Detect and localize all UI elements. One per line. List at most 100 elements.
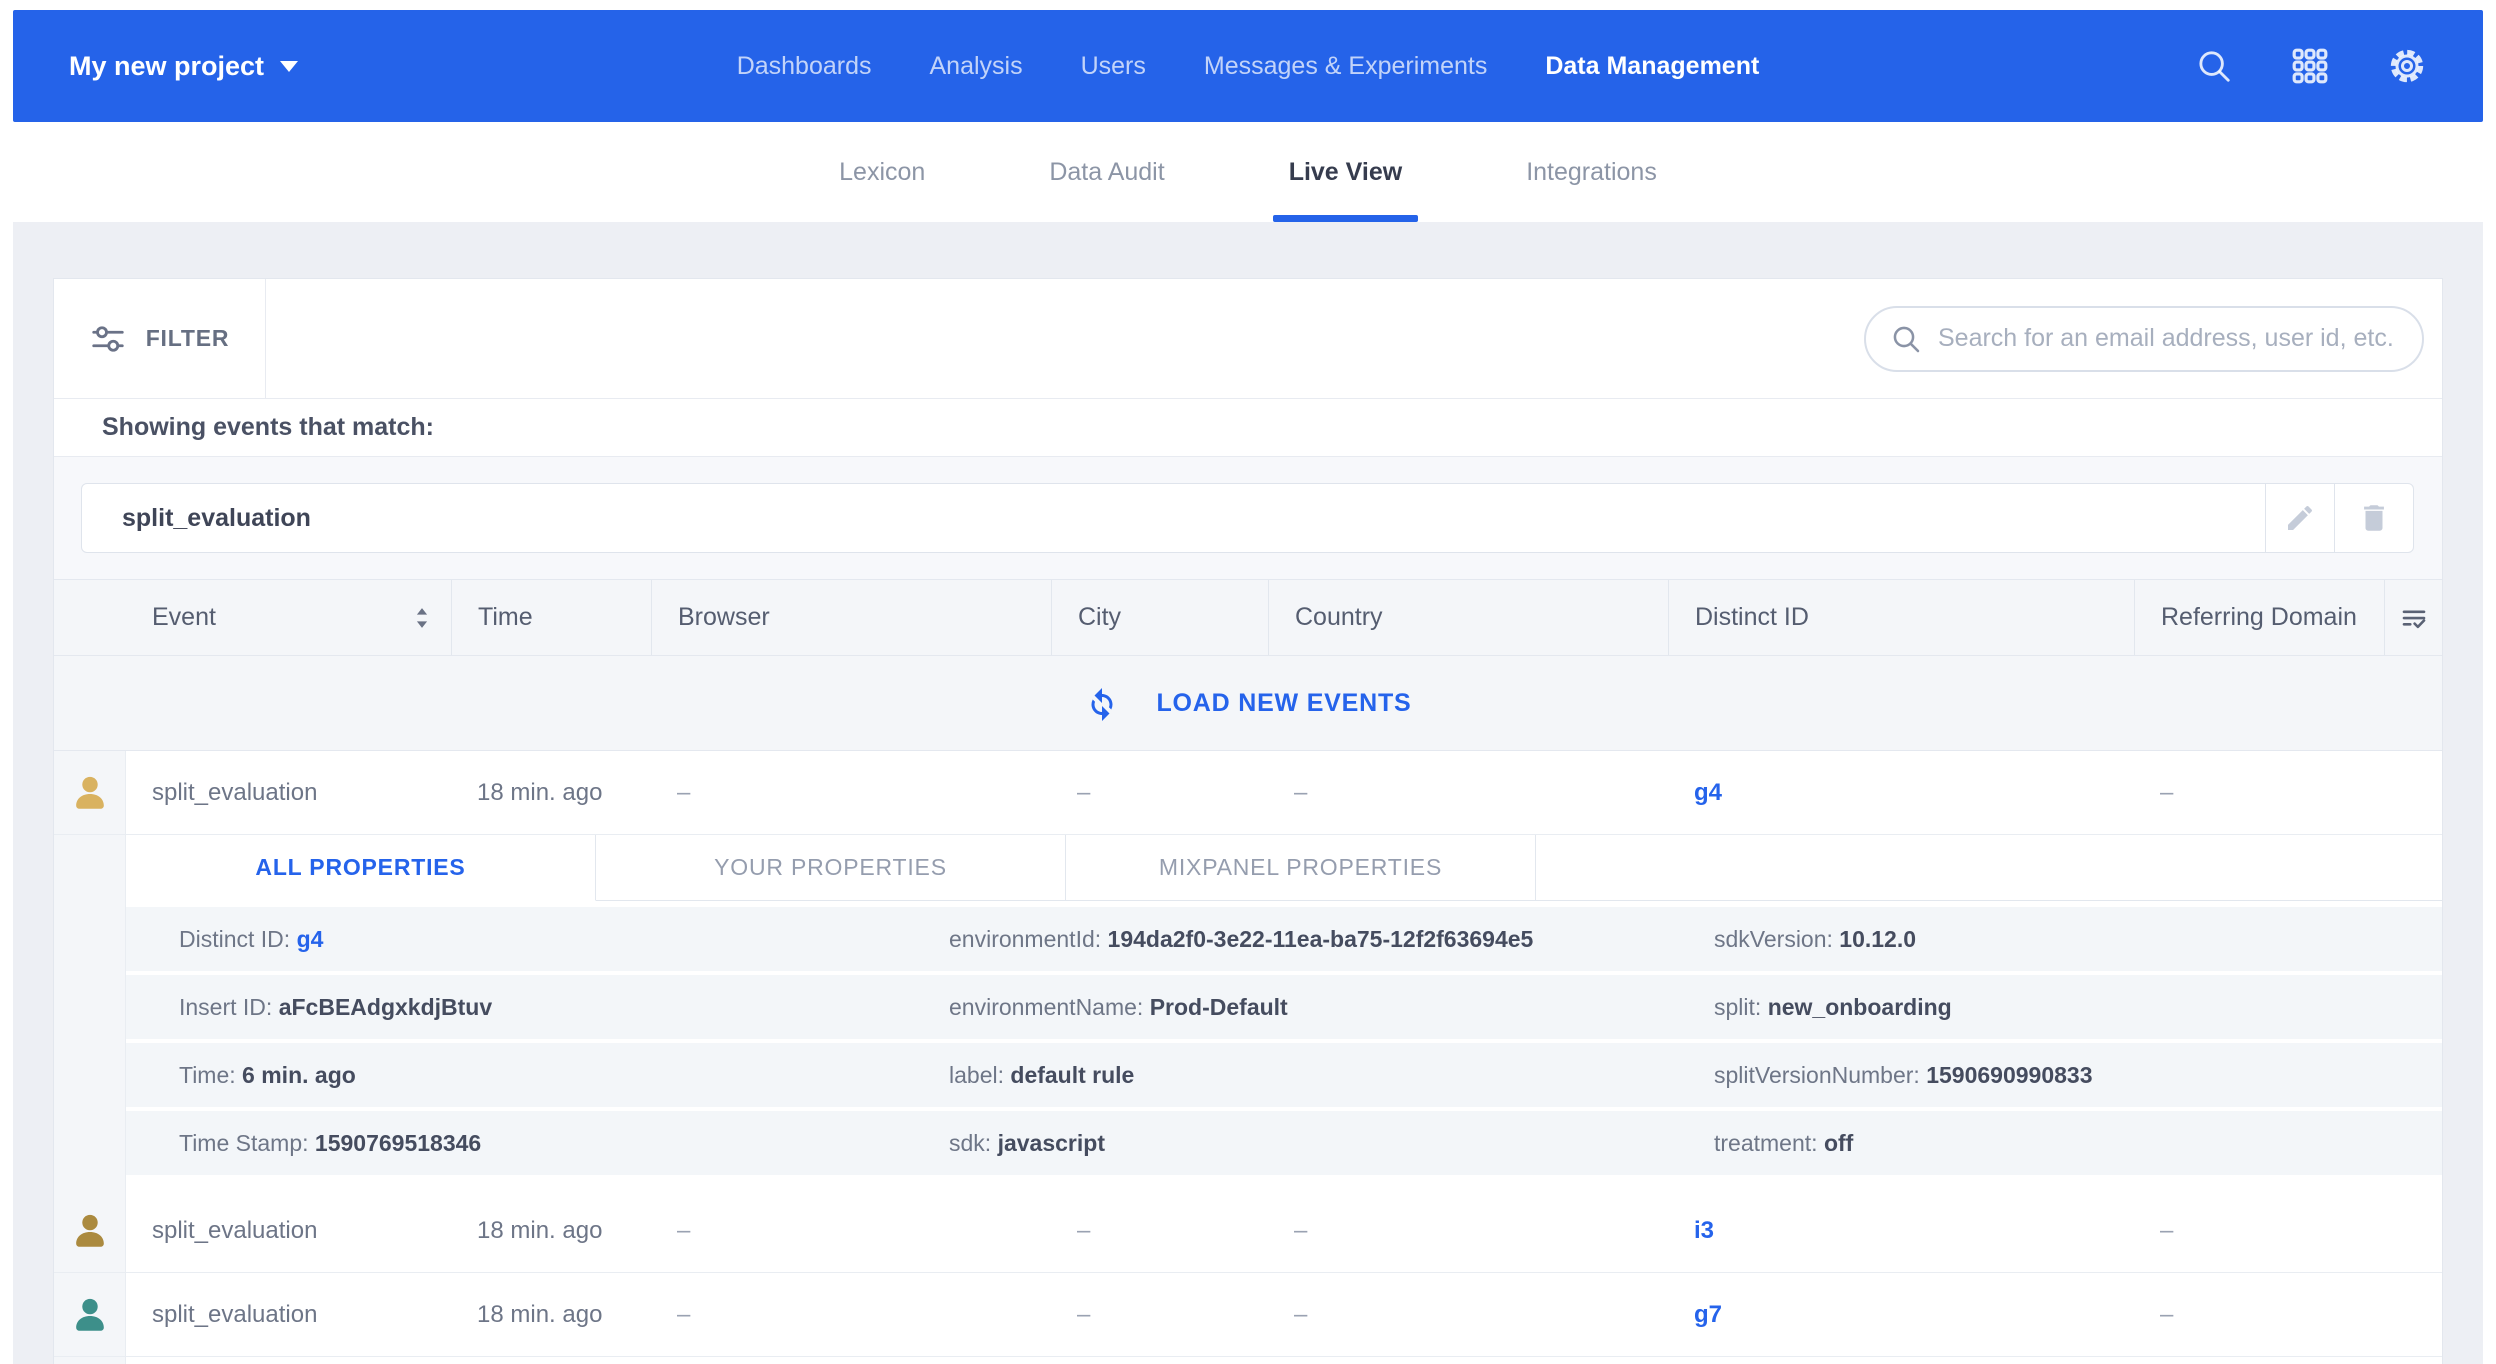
property-label: Time [179,1062,242,1088]
property: environmentId194da2f0-3e22-11ea-ba75-12f… [949,926,1714,953]
showing-events-row: Showing events that match: [54,399,2442,457]
tab-integrations-label: Integrations [1526,158,1657,187]
header-city-label: City [1078,603,1121,632]
table-row[interactable]: split_evaluation 18 min. ago – – – g7 – [54,1273,2442,1357]
cell-time: 18 min. ago [451,1189,651,1272]
property-value: 10.12.0 [1839,926,1916,952]
search-icon [1890,323,1922,355]
chevron-down-icon [280,61,298,72]
event-filter-chip[interactable]: split_evaluation [81,483,2266,553]
table-row-partial [54,1357,2442,1364]
header-time-label: Time [478,603,533,632]
live-view-card: FILTER Showing events that match: split_… [53,278,2443,1364]
nav-messages-experiments[interactable]: Messages & Experiments [1204,52,1487,81]
property-row: Distinct IDg4 environmentId194da2f0-3e22… [126,907,2442,971]
refresh-icon [1084,685,1120,721]
table-header: Event Time Browser City Country Distinct… [54,580,2442,656]
tab-lexicon-label: Lexicon [839,158,925,187]
header-referring-domain[interactable]: Referring Domain [2134,580,2384,655]
cell-country: – [1268,1189,1668,1272]
search-box [1864,306,2424,372]
filter-button[interactable]: FILTER [54,279,266,398]
property-value: 1590769518346 [315,1130,481,1156]
properties-tabs-filler [1536,835,2442,901]
property: Time Stamp1590769518346 [179,1130,949,1157]
sort-icon[interactable] [415,607,429,629]
cell-country: – [1268,751,1668,834]
property: Insert IDaFcBEAdgxkdjBtuv [179,994,949,1021]
cell-distinct-id[interactable]: g7 [1668,1273,2134,1356]
property: treatmentoff [1714,1130,2442,1157]
property: environmentNameProd-Default [949,994,1714,1021]
tab-all-properties-label: ALL PROPERTIES [255,854,465,881]
content-area: FILTER Showing events that match: split_… [13,222,2483,1364]
header-country[interactable]: Country [1268,580,1668,655]
tab-integrations[interactable]: Integrations [1510,122,1673,222]
header-event[interactable]: Event [126,580,451,655]
data-management-subnav: Lexicon Data Audit Live View Integration… [13,122,2483,222]
property-label: treatment [1714,1130,1824,1156]
header-browser-label: Browser [678,603,770,632]
cell-browser: – [651,751,1051,834]
edit-filter-button[interactable] [2265,483,2335,553]
header-time[interactable]: Time [451,580,651,655]
person-icon [69,772,111,814]
avatar-cell [54,1357,126,1364]
nav-analysis[interactable]: Analysis [930,52,1023,81]
cell-spacer [2384,1189,2442,1272]
avatar-cell [54,1189,126,1272]
property-value: 1590690990833 [1926,1062,2092,1088]
property: splitVersionNumber1590690990833 [1714,1062,2442,1089]
table-row[interactable]: split_evaluation 18 min. ago – – – g4 – [54,751,2442,835]
project-name: My new project [69,51,264,82]
property: Distinct IDg4 [179,926,949,953]
apps-grid-icon[interactable] [2291,47,2329,85]
cell-city: – [1051,1189,1268,1272]
cell-distinct-id[interactable]: i3 [1668,1189,2134,1272]
header-browser[interactable]: Browser [651,580,1051,655]
property: sdkjavascript [949,1130,1714,1157]
nav-data-management[interactable]: Data Management [1545,52,1759,81]
person-icon [69,1210,111,1252]
property-label: sdk [949,1130,998,1156]
tab-lexicon[interactable]: Lexicon [823,122,941,222]
tab-all-properties[interactable]: ALL PROPERTIES [126,835,596,901]
header-distinct-id[interactable]: Distinct ID [1668,580,2134,655]
property-label: splitVersionNumber [1714,1062,1926,1088]
property-label: sdkVersion [1714,926,1839,952]
property-label: Time Stamp [179,1130,315,1156]
table-row[interactable]: split_evaluation 18 min. ago – – – i3 – [54,1189,2442,1273]
property-label: Distinct ID [179,926,297,952]
columns-check-icon [2399,603,2429,633]
cell-distinct-id[interactable]: g4 [1668,751,2134,834]
property-value: 6 min. ago [242,1062,356,1088]
header-city[interactable]: City [1051,580,1268,655]
tab-mixpanel-properties[interactable]: MIXPANEL PROPERTIES [1066,835,1536,901]
tab-live-view-label: Live View [1289,158,1403,187]
load-new-events-button[interactable]: LOAD NEW EVENTS [54,656,2442,751]
avatar-cell [54,1273,126,1356]
header-avatar-column [54,580,126,655]
property: labeldefault rule [949,1062,1714,1089]
gear-icon[interactable] [2387,46,2427,86]
tab-data-audit[interactable]: Data Audit [1033,122,1180,222]
property-value: off [1824,1130,1853,1156]
property: sdkVersion10.12.0 [1714,926,2442,953]
delete-filter-button[interactable] [2334,483,2414,553]
properties-main: ALL PROPERTIES YOUR PROPERTIES MIXPANEL … [126,835,2442,1189]
top-app-bar: My new project Dashboards Analysis Users… [13,10,2483,122]
search-input[interactable] [1938,324,2398,353]
edit-columns-button[interactable] [2384,580,2442,655]
tab-your-properties[interactable]: YOUR PROPERTIES [596,835,1066,901]
filter-sliders-icon [90,321,126,357]
nav-users[interactable]: Users [1081,52,1146,81]
project-switcher[interactable]: My new project [69,51,298,82]
nav-dashboards[interactable]: Dashboards [737,52,872,81]
property-row: Time6 min. ago labeldefault rule splitVe… [126,1043,2442,1107]
search-icon[interactable] [2195,47,2233,85]
event-filter-value: split_evaluation [122,504,311,533]
property-value-link[interactable]: g4 [297,926,324,952]
cell-browser: – [651,1273,1051,1356]
tab-live-view[interactable]: Live View [1273,122,1419,222]
property: splitnew_onboarding [1714,994,2442,1021]
